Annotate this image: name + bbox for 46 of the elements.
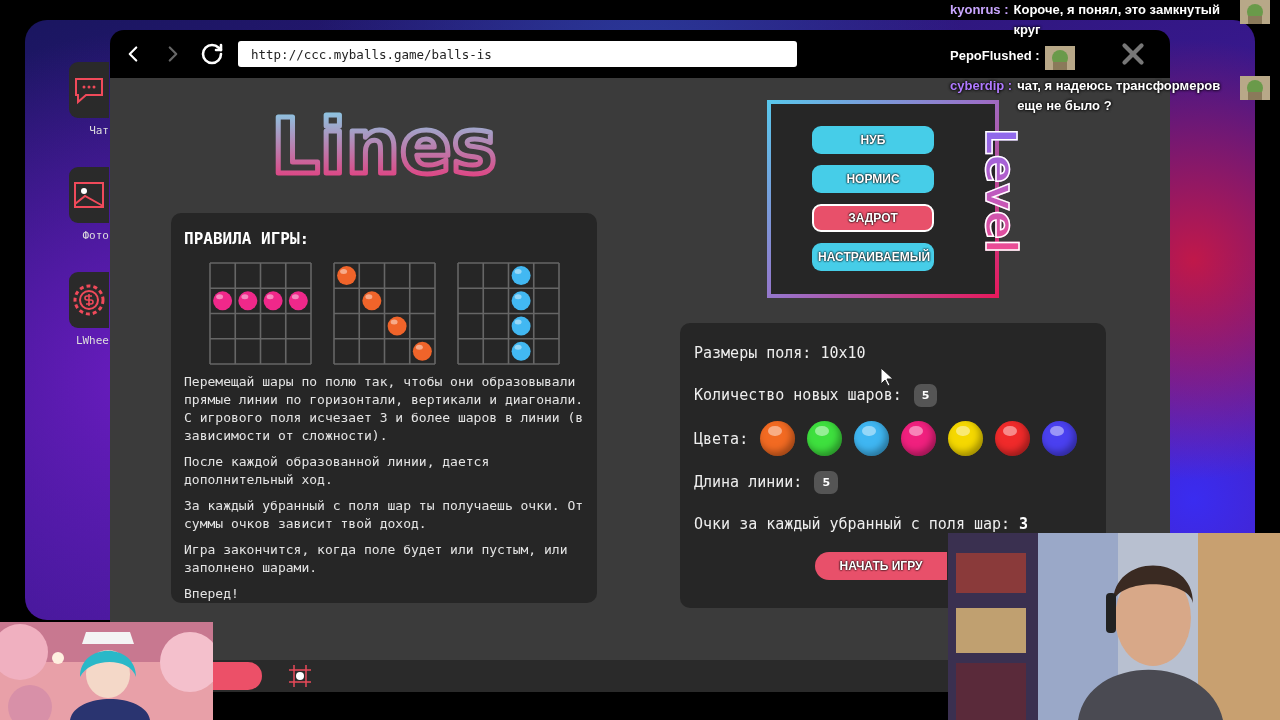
target-icon[interactable] — [287, 663, 313, 689]
refresh-icon — [200, 42, 224, 66]
chat-username: cyberdip : — [950, 77, 1013, 95]
setting-label: Цвета: — [694, 429, 749, 448]
color-ball[interactable] — [760, 421, 796, 456]
app-label: Чат — [89, 124, 109, 137]
chat-message: Короче, я понял, это замкнутый круг — [1013, 1, 1221, 39]
color-ball[interactable] — [901, 421, 937, 456]
coin-icon — [72, 283, 106, 317]
rules-paragraph: Вперед! — [184, 585, 240, 603]
rules-paragraph: После каждой образованной линии, дается дополнительный ход. — [184, 453, 491, 489]
speech-bubble-icon — [72, 75, 106, 105]
setting-text: Размеры поля: 10x10 — [694, 344, 866, 362]
app-tile[interactable] — [69, 167, 109, 223]
color-ball[interactable] — [807, 421, 843, 456]
setting-text: Очки за каждый убранный с поля шар: 3 — [694, 515, 1029, 533]
rules-paragraph: Перемещай шары по полю так, чтобы они образовывали прямые линии по горизонтали, вертикали и диагонали. С игрового поля исчезает 3 и более шаров в линии (в зависимости от сложности). — [184, 373, 584, 445]
taskbar-button[interactable] — [213, 662, 262, 690]
level-button[interactable]: НОРМИС — [812, 165, 934, 193]
app-label: Фото — [82, 229, 109, 242]
level-button[interactable]: ЗАДРОТ — [812, 204, 934, 232]
app-label: LWhee — [75, 334, 109, 347]
level-button[interactable]: НУБ — [812, 126, 934, 154]
app-tile[interactable] — [69, 272, 109, 328]
color-ball[interactable] — [854, 421, 890, 456]
level-button[interactable]: НАСТРАИВАЕМЫЙ — [812, 243, 934, 271]
color-ball[interactable] — [948, 421, 984, 456]
chat-message: чат, я надеюсь трансформеров еще не было ? — [1017, 77, 1222, 115]
refresh-button[interactable] — [200, 42, 224, 66]
value-badge: 5 — [913, 383, 938, 407]
app-tile[interactable] — [69, 62, 109, 118]
color-ball[interactable] — [1042, 421, 1078, 456]
color-ball[interactable] — [995, 421, 1031, 456]
chat-username: PepoFlushed : — [950, 47, 1040, 65]
rules-title: ПРАВИЛА ИГРЫ: — [184, 229, 311, 248]
rules-paragraph: За каждый убранный с поля шар ты получаешь очки. От суммы очков зависит твой доход. — [184, 497, 584, 533]
address-bar[interactable]: http://ccc.myballs.game/balls-is — [238, 41, 797, 67]
game-logo: Lines — [271, 102, 497, 191]
rules-paragraph: Игра закончится, когда поле будет или пустым, или заполнено шарами. — [184, 541, 569, 577]
cursor-icon — [880, 367, 894, 387]
photo-icon — [72, 180, 106, 210]
value-badge: 5 — [814, 470, 839, 494]
chat-username: kyonrus : — [950, 1, 1009, 19]
setting-label: Длина линии: — [694, 473, 803, 491]
start-button[interactable]: НАЧАТЬ ИГРУ — [815, 552, 947, 580]
setting-label: Количество новых шаров: — [694, 386, 902, 404]
